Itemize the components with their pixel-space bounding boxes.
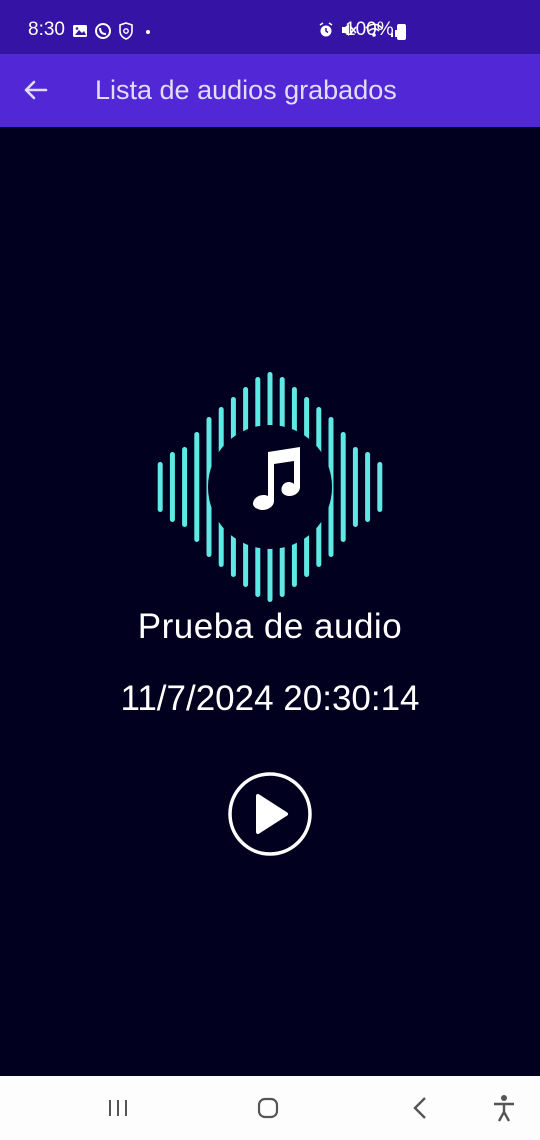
waveform-bar xyxy=(340,432,346,542)
waveform-bar xyxy=(169,452,175,522)
waveform-bar xyxy=(157,462,163,512)
gallery-icon xyxy=(73,25,87,37)
battery-text: 100% xyxy=(345,19,394,40)
back-icon[interactable] xyxy=(405,1092,437,1124)
audio-visual xyxy=(157,372,383,602)
shield-icon xyxy=(119,22,133,40)
status-left-icons xyxy=(72,22,156,40)
play-icon xyxy=(256,794,288,834)
waveform-bar xyxy=(377,462,383,512)
app-bar: Lista de audios grabados xyxy=(0,54,540,127)
status-time: 8:30 xyxy=(28,19,65,40)
waveform-bar xyxy=(182,447,188,527)
waveform-bar xyxy=(194,432,200,542)
waveform-bar xyxy=(352,447,358,527)
whatsapp-icon xyxy=(95,23,111,39)
audio-name: Prueba de audio xyxy=(137,607,403,646)
dot-icon xyxy=(146,30,150,34)
audio-datetime: 11/7/2024 20:30:14 xyxy=(120,679,420,718)
alarm-icon xyxy=(319,22,333,37)
arrow-left-icon[interactable] xyxy=(18,72,54,108)
page-title: Lista de audios grabados xyxy=(95,75,397,105)
play-button[interactable] xyxy=(228,772,312,856)
system-nav-bar xyxy=(0,1076,540,1140)
waveform-bar xyxy=(365,452,371,522)
home-icon[interactable] xyxy=(252,1092,284,1124)
main-content: Prueba de audio 11/7/2024 20:30:14 xyxy=(0,127,540,1076)
recent-apps-icon[interactable] xyxy=(102,1092,134,1124)
battery-icon xyxy=(397,24,406,40)
status-bar: 8:30 100% xyxy=(0,0,540,54)
accessibility-icon[interactable] xyxy=(488,1092,520,1124)
